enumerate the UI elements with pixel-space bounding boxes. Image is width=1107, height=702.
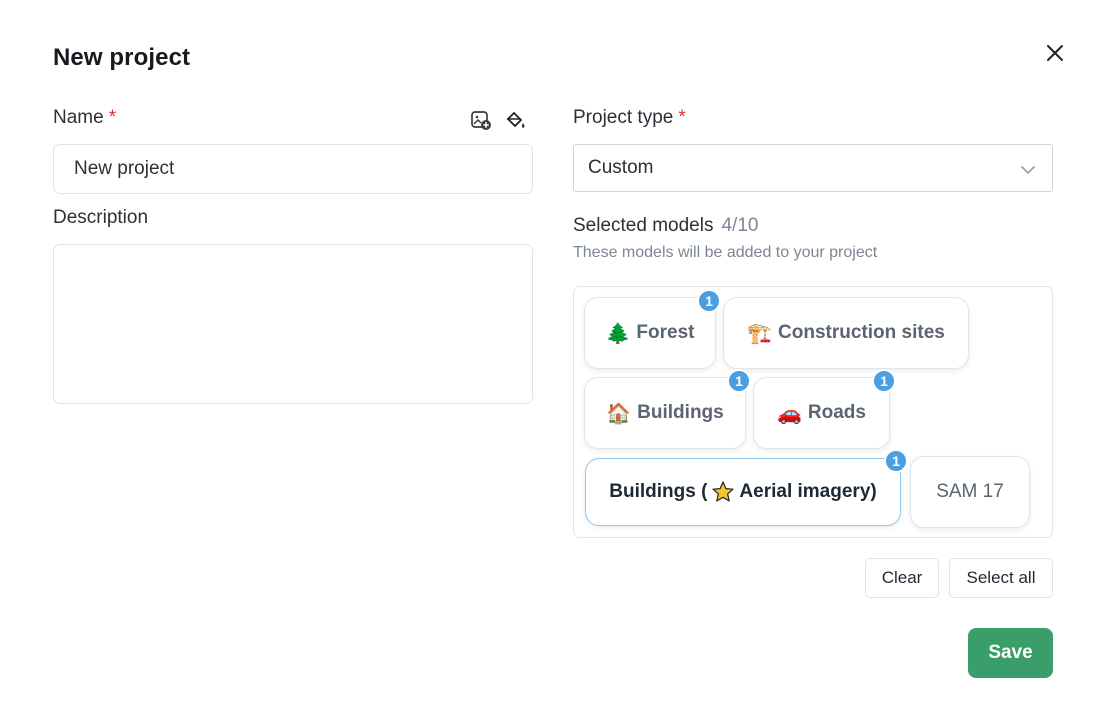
house-icon: 🏠: [606, 402, 632, 425]
description-textarea[interactable]: [53, 244, 533, 404]
name-label: Name *: [53, 107, 116, 129]
model-badge: 1: [697, 289, 721, 313]
close-button[interactable]: [1042, 40, 1068, 66]
name-tools: [470, 108, 526, 132]
model-chip-label: Buildings: [637, 402, 724, 423]
save-button[interactable]: Save: [968, 628, 1053, 678]
model-chip-roads[interactable]: 🚗 Roads: [753, 377, 890, 449]
model-chip-label-prefix: Buildings (: [609, 481, 708, 502]
model-badge: 1: [872, 369, 896, 393]
dialog-title: New project: [53, 44, 191, 71]
model-badge: 1: [727, 369, 751, 393]
chevron-down-icon: [1021, 166, 1035, 174]
image-add-icon[interactable]: [470, 108, 492, 132]
selected-models-count: 4/10: [721, 215, 759, 236]
model-chip-buildings-aerial[interactable]: Buildings ( Aerial imagery): [585, 458, 901, 526]
required-mark: *: [108, 107, 117, 128]
paint-bucket-icon[interactable]: [504, 108, 526, 132]
close-icon: [1047, 45, 1063, 61]
construction-icon: 🏗️: [747, 322, 773, 345]
model-chip-construction-sites[interactable]: 🏗️ Construction sites: [723, 297, 969, 369]
models-container: 🌲 Forest 1 🏗️ Construction sites 🏠 Build…: [573, 286, 1053, 538]
description-label: Description: [53, 207, 149, 228]
model-chip-label-suffix: Aerial imagery): [739, 481, 877, 502]
project-type-value: Custom: [588, 157, 654, 178]
model-chip-label: Forest: [636, 322, 695, 343]
model-chip-label: SAM 17: [936, 481, 1004, 502]
name-label-text: Name: [53, 107, 104, 128]
model-chip-label: Construction sites: [778, 322, 945, 343]
model-chip-forest[interactable]: 🌲 Forest: [584, 297, 716, 369]
model-chip-label: Roads: [807, 402, 866, 423]
tree-icon: 🌲: [605, 322, 631, 345]
select-all-button[interactable]: Select all: [949, 558, 1053, 598]
selected-models-subtitle: These models will be added to your proje…: [573, 244, 878, 261]
project-type-label-text: Project type: [573, 107, 674, 128]
name-input[interactable]: New project: [53, 144, 533, 194]
selected-models-label: Selected models 4/10: [573, 215, 758, 237]
star-icon: [712, 481, 735, 502]
car-icon: 🚗: [777, 402, 802, 425]
clear-button[interactable]: Clear: [865, 558, 939, 598]
required-mark: *: [678, 107, 686, 128]
model-chip-sam-17[interactable]: SAM 17: [910, 456, 1030, 528]
selected-models-title: Selected models: [573, 215, 714, 236]
project-type-label: Project type *: [573, 107, 686, 129]
new-project-dialog: New project Name * New project Descripti…: [0, 0, 1107, 702]
project-type-select[interactable]: Custom: [573, 144, 1053, 192]
model-chip-buildings[interactable]: 🏠 Buildings: [584, 377, 746, 449]
model-badge: 1: [884, 449, 908, 473]
